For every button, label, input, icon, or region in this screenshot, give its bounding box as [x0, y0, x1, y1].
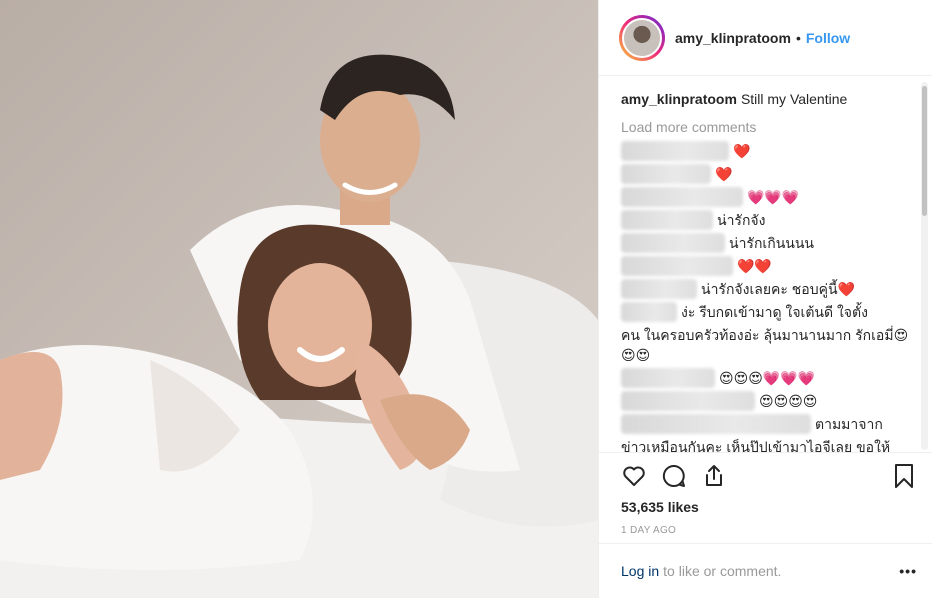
comment-row: น่ารักจังเลยคะ ชอบคู่นี้❤️	[621, 279, 915, 299]
blurred-username[interactable]	[621, 256, 733, 276]
comment-row: ง่ะ รีบกดเข้ามาดู ใจเต้นดี ใจตั้ง	[621, 302, 915, 322]
story-ring[interactable]	[619, 14, 665, 61]
comment-row: ❤️	[621, 141, 915, 161]
comment-row: 😍😍😍😍	[621, 391, 915, 411]
comment-row: น่ารักจัง	[621, 210, 915, 230]
comments-scrollbar[interactable]	[921, 82, 928, 450]
login-prompt-text: to like or comment.	[663, 563, 782, 579]
share-icon[interactable]	[701, 463, 727, 489]
action-icons	[621, 463, 917, 489]
caption-username[interactable]: amy_klinpratoom	[621, 91, 737, 107]
comment-row: ตามมาจาก	[621, 414, 915, 434]
comment-container: ❤️ ❤️ 💗💗💗 น่ารักจังน่ารักเกินนนน ❤️❤️ น่ารักจ…	[621, 141, 915, 452]
blurred-username[interactable]	[621, 141, 729, 161]
comment-text: 😍😍😍💗💗💗	[719, 370, 816, 386]
comment-text: ❤️❤️	[737, 258, 772, 274]
comment-row: ❤️❤️	[621, 256, 915, 276]
comment-text: คน ในครอบครัวท้องอ่ะ ลุ้นมานานมาก รักเอม…	[621, 327, 909, 363]
comment-text: ❤️	[715, 166, 733, 182]
comment-row: น่ารักเกินนนน	[621, 233, 915, 253]
comment-text: ❤️	[733, 143, 751, 159]
comment-text: ข่าวเหมือนกันคะ เห็นปุ๊ปเข้ามาไอจีเลย ขอ…	[621, 439, 891, 452]
comment-text: น่ารักจัง	[717, 212, 766, 228]
blurred-username[interactable]	[621, 368, 715, 388]
comment-text: น่ารักเกินนนน	[729, 235, 814, 251]
blurred-username[interactable]	[621, 233, 725, 253]
post-header: amy_klinpratoom • Follow	[599, 0, 932, 76]
login-footer: Log in to like or comment. •••	[599, 543, 932, 598]
follow-button[interactable]: Follow	[806, 30, 850, 46]
scrollbar-thumb[interactable]	[922, 86, 927, 216]
login-link[interactable]: Log in	[621, 563, 659, 579]
post-photo[interactable]	[0, 0, 598, 598]
blurred-username[interactable]	[621, 279, 697, 299]
comment-text: 💗💗💗	[747, 189, 800, 205]
blurred-username[interactable]	[621, 164, 711, 184]
blurred-username[interactable]	[621, 210, 713, 230]
comment-text: 😍😍😍😍	[759, 393, 818, 409]
post-timestamp[interactable]: 1 DAY AGO	[621, 525, 917, 536]
comment-text: ตามมาจาก	[815, 416, 883, 432]
caption: amy_klinpratoom Still my Valentine	[621, 89, 915, 109]
couple-photo-illustration	[0, 0, 598, 598]
separator-dot: •	[795, 29, 801, 46]
instagram-post: amy_klinpratoom • Follow amy_klinpratoom…	[0, 0, 932, 598]
comment-row: ข่าวเหมือนกันคะ เห็นปุ๊ปเข้ามาไอจีเลย ขอ…	[621, 437, 915, 452]
comments-list[interactable]: amy_klinpratoom Still my Valentine Load m…	[599, 77, 915, 452]
header-username[interactable]: amy_klinpratoom	[675, 30, 791, 46]
comment-row: 💗💗💗	[621, 187, 915, 207]
post-actions: 53,635 likes 1 DAY AGO	[599, 452, 932, 536]
blurred-username[interactable]	[621, 302, 677, 322]
blurred-username[interactable]	[621, 414, 811, 434]
comment-icon[interactable]	[661, 463, 687, 489]
post-side-panel: amy_klinpratoom • Follow amy_klinpratoom…	[598, 0, 932, 598]
blurred-username[interactable]	[621, 187, 743, 207]
heart-icon[interactable]	[621, 463, 647, 489]
comment-row: 😍😍😍💗💗💗	[621, 368, 915, 388]
avatar[interactable]	[622, 17, 662, 58]
load-more-comments-button[interactable]: Load more comments	[621, 119, 915, 135]
caption-text: Still my Valentine	[740, 91, 848, 107]
comment-row: คน ในครอบครัวท้องอ่ะ ลุ้นมานานมาก รักเอม…	[621, 325, 915, 365]
comment-text: น่ารักจังเลยคะ ชอบคู่นี้❤️	[701, 281, 855, 297]
comment-text: ง่ะ รีบกดเข้ามาดู ใจเต้นดี ใจตั้ง	[681, 304, 868, 320]
blurred-username[interactable]	[621, 391, 755, 411]
more-options-button[interactable]: •••	[899, 563, 917, 579]
bookmark-icon[interactable]	[891, 463, 917, 489]
comment-row: ❤️	[621, 164, 915, 184]
likes-count[interactable]: 53,635 likes	[621, 499, 917, 515]
